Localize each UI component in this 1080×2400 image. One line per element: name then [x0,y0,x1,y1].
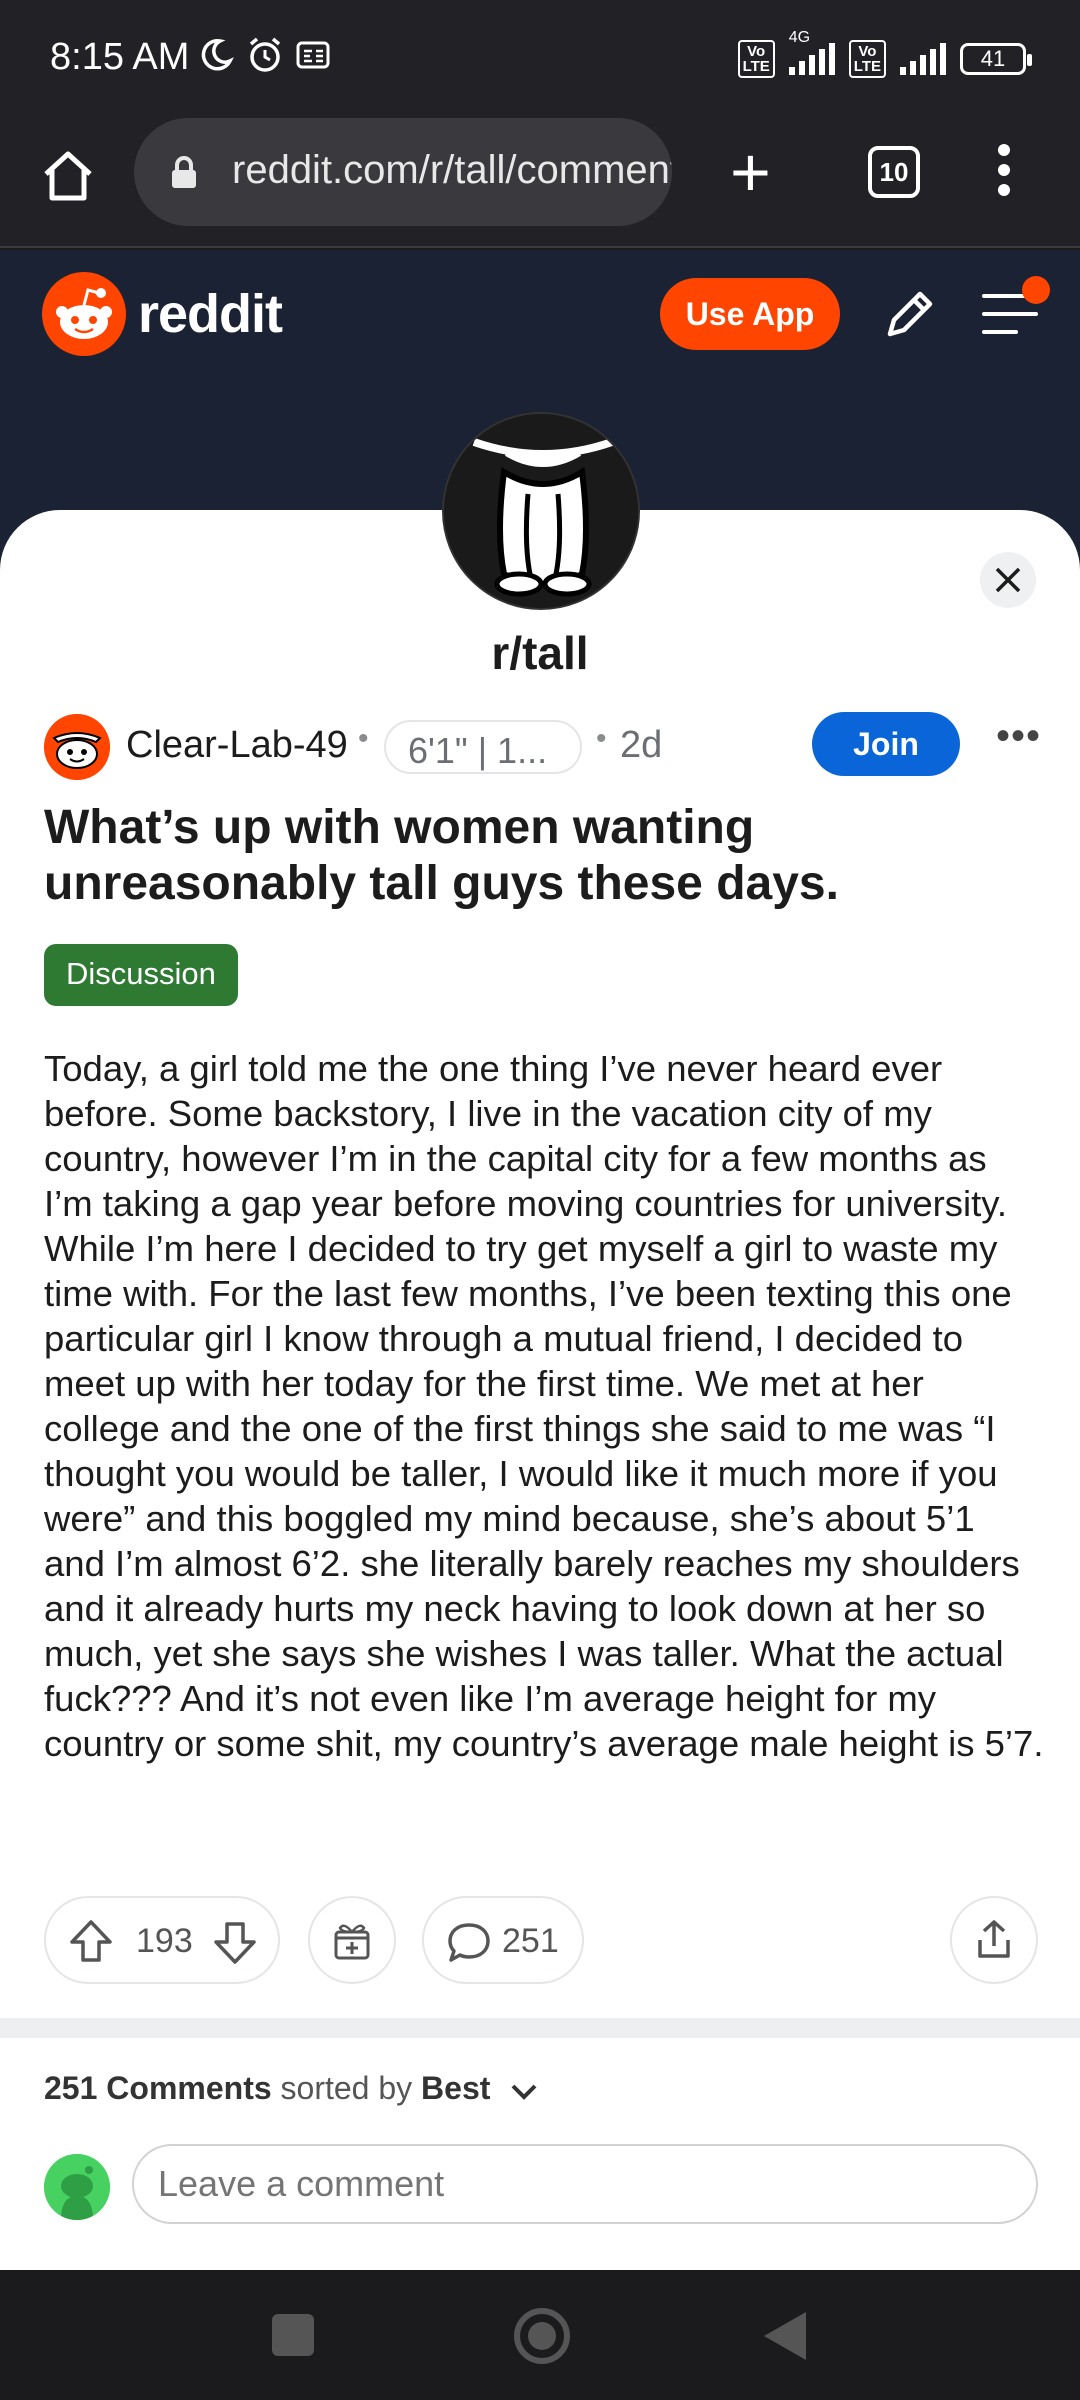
author-name[interactable]: Clear-Lab-49 [126,724,348,767]
signal-icon [788,43,835,75]
subreddit-avatar[interactable] [442,412,640,610]
volte-icon-2: Vo LTE [848,40,886,78]
system-nav-bar [0,2270,1080,2400]
join-button[interactable]: Join [812,712,960,776]
vote-count: 193 [136,1922,193,1960]
author-flair: 6'1" | 1... [384,720,582,774]
chevron-down-icon [511,2084,537,2100]
close-icon [995,567,1021,593]
status-time: 8:15 AM [50,36,190,78]
comment-input[interactable] [132,2144,1038,2224]
recents-button[interactable] [272,2314,314,2356]
back-button[interactable] [764,2312,806,2360]
post-meta-row: Clear-Lab-49 • 6'1" | 1... • 2d Join ••• [44,712,1044,782]
comment-icon [448,1923,490,1962]
tab-switcher-button[interactable]: 10 [868,146,920,198]
browser-menu-button[interactable] [996,144,1012,204]
separator-dot: • [596,722,607,755]
snoo-avatar-icon [44,2154,110,2220]
alarm-icon [249,37,281,72]
comments-count-label: 251 Comments [44,2070,272,2106]
snoo-logo-icon [42,272,126,356]
vote-pill: 193 [44,1896,280,1984]
use-app-button[interactable]: Use App [660,278,840,350]
tall-snoo-icon [444,414,638,608]
status-icons-right: Vo LTE 4G Vo LTE 41 [737,29,1032,78]
subreddit-name[interactable]: r/tall [0,626,1080,680]
reddit-logo[interactable]: reddit [42,272,283,356]
sort-value: Best [421,2070,491,2106]
post-body: Today, a girl told me the one thing I’ve… [44,1048,1044,1764]
user-avatar[interactable] [44,2154,110,2220]
new-tab-button[interactable]: + [730,137,771,207]
notification-app-icon [296,41,330,69]
snoo-avatar-icon [44,714,110,780]
status-bar: 8:15 AM Vo LTE 4G Vo LTE 41 [0,0,1080,118]
home-nav-button[interactable] [514,2308,570,2364]
battery-icon: 41 [960,43,1032,75]
separator-dot: • [358,722,369,755]
section-divider [0,2018,1080,2038]
notification-dot [1022,276,1050,304]
url-text: reddit.com/r/tall/comments [232,148,672,192]
comments-button[interactable]: 251 [422,1896,584,1984]
post-actions: 193 251 [44,1896,1040,1984]
volte-icon: Vo LTE [737,40,775,78]
network-type: 4G [788,29,811,46]
moon-icon [201,39,234,71]
comment-count: 251 [502,1922,559,1960]
award-button[interactable] [308,1896,396,1984]
author-avatar[interactable] [44,714,110,780]
status-icons-left [198,36,330,74]
close-button[interactable] [980,552,1036,608]
share-icon [978,1920,1010,1958]
more-options-button[interactable]: ••• [996,716,1041,756]
home-icon[interactable] [38,146,98,206]
signal-icon-2 [900,43,946,75]
reddit-header: reddit Use App [0,250,1080,380]
browser-toolbar: reddit.com/r/tall/comments + 10 [0,118,1080,248]
post-flair-tag[interactable]: Discussion [44,944,238,1006]
downvote-icon[interactable] [212,1920,258,1966]
lock-icon [172,156,196,188]
reddit-wordmark: reddit [138,284,283,344]
sorted-by-label: sorted by [280,2070,413,2106]
share-button[interactable] [950,1896,1038,1984]
gift-icon [334,1924,370,1960]
post-age: 2d [620,724,663,766]
upvote-icon[interactable] [68,1918,114,1964]
pencil-icon[interactable] [880,286,938,344]
comments-sort-header[interactable]: 251 Comments sorted by Best [44,2070,539,2107]
signal-4g: 4G [788,29,835,75]
address-bar[interactable]: reddit.com/r/tall/comments [134,118,672,226]
post-title: What’s up with women wanting unreasonabl… [44,801,839,910]
